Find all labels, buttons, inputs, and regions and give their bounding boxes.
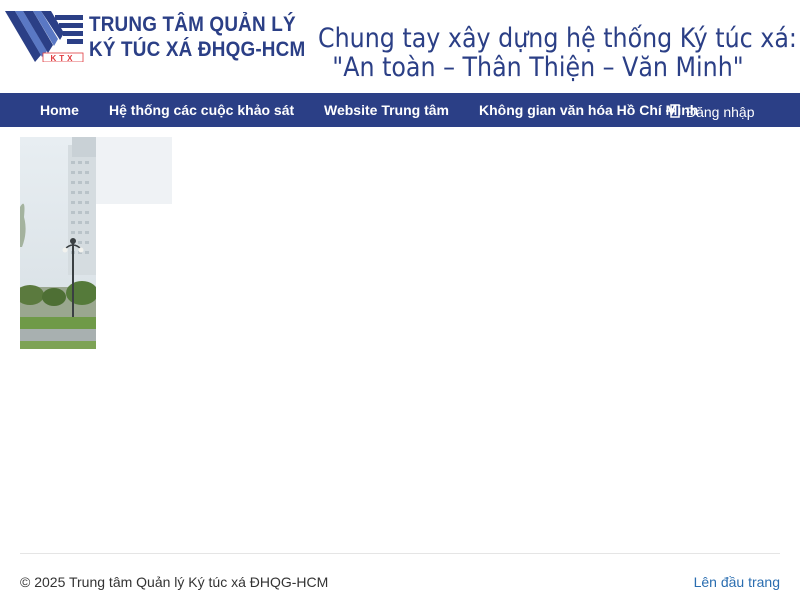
slogan: Chung tay xây dựng hệ thống Ký túc xá: "…: [288, 23, 797, 83]
slogan-line1: Chung tay xây dựng hệ thống Ký túc xá:: [318, 23, 797, 54]
dormitory-photo-graphic: [20, 137, 96, 349]
logo-badge: KTX: [51, 54, 76, 62]
nav-center-website[interactable]: Website Trung tâm: [324, 93, 449, 127]
login-link[interactable]: Đăng nhập: [666, 93, 755, 127]
org-name-line2: KÝ TÚC XÁ ĐHQG-HCM: [89, 38, 306, 61]
slogan-line2: "An toàn – Thân Thiện – Văn Minh": [332, 52, 744, 83]
photo-faded-extension: [96, 137, 172, 204]
login-label: Đăng nhập: [686, 104, 755, 120]
main-navbar: Home Hệ thống các cuộc khảo sát Website …: [0, 93, 800, 127]
back-to-top-link[interactable]: Lên đầu trang: [694, 574, 780, 590]
login-icon: [666, 104, 680, 118]
dormitory-photo: [20, 137, 96, 349]
footer-divider: [20, 553, 780, 554]
nav-surveys[interactable]: Hệ thống các cuộc khảo sát: [109, 93, 294, 127]
site-header: KTX TRUNG TÂM QUẢN LÝ KÝ TÚC XÁ ĐHQG-HCM…: [0, 0, 800, 93]
ktx-logo[interactable]: KTX: [5, 11, 85, 62]
nav-home[interactable]: Home: [40, 93, 79, 127]
footer-copyright: © 2025 Trung tâm Quản lý Ký túc xá ĐHQG-…: [20, 574, 329, 590]
org-name-line1: TRUNG TÂM QUẢN LÝ: [89, 13, 296, 36]
